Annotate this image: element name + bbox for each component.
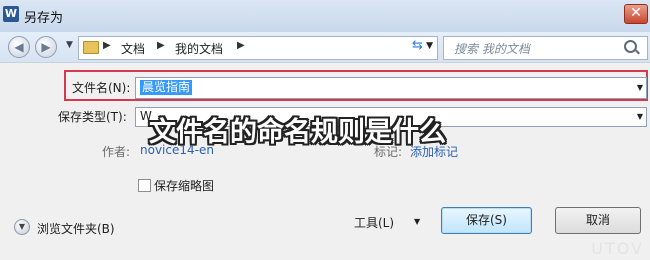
watermark: UTOV (591, 239, 644, 258)
chevron-down-icon[interactable]: ▼ (637, 112, 643, 121)
title-bar: W 另存为 ✕ (0, 0, 650, 32)
filetype-label: 保存类型(T): (58, 110, 127, 124)
author-value[interactable]: novice14-en (140, 143, 214, 157)
close-button[interactable]: ✕ (624, 4, 648, 24)
browse-folders-icon[interactable]: ▼ (14, 219, 30, 235)
chevron-down-icon[interactable]: ▼ (414, 217, 420, 226)
window-title: 另存为 (24, 11, 64, 26)
thumbnail-label[interactable]: 保存缩略图 (154, 177, 214, 194)
cancel-button[interactable]: 取消 (555, 207, 641, 234)
forward-button[interactable]: ▶ (35, 36, 57, 58)
refresh-icon[interactable]: ⇆ (412, 38, 423, 53)
save-button[interactable]: 保存(S) (441, 207, 532, 234)
breadcrumb-my-documents[interactable]: 我的文档 (175, 40, 223, 57)
chevron-down-icon[interactable]: ▼ (426, 41, 433, 51)
filename-label: 文件名(N): (72, 81, 131, 95)
breadcrumb-documents[interactable]: 文档 (121, 40, 145, 57)
word-app-icon: W (3, 6, 19, 22)
browse-folders-label[interactable]: 浏览文件夹(B) (37, 220, 115, 237)
filename-value[interactable]: 晨览指南 (140, 80, 193, 95)
recent-locations-icon[interactable]: ▼ (66, 40, 73, 50)
breadcrumb-separator-icon[interactable]: ▶ (103, 40, 111, 51)
search-input[interactable] (452, 39, 616, 59)
filename-field[interactable]: 晨览指南 ▼ (135, 77, 647, 99)
folder-icon (83, 41, 99, 54)
tools-button[interactable]: 工具(L) (354, 214, 394, 231)
search-box[interactable] (443, 36, 648, 60)
thumbnail-checkbox[interactable] (138, 179, 151, 192)
search-icon[interactable] (624, 40, 637, 53)
navigation-bar: ◀ ▶ ▼ ▶ 文档 ▶ 我的文档 ▶ ▼ ⇆ (0, 32, 650, 62)
chevron-down-icon[interactable]: ▼ (637, 83, 643, 92)
breadcrumb-separator-icon[interactable]: ▶ (157, 40, 165, 51)
breadcrumb-separator-icon[interactable]: ▶ (237, 40, 245, 51)
tags-value[interactable]: 添加标记 (410, 143, 458, 160)
divider (0, 62, 650, 63)
tags-label: 标记: (374, 145, 403, 159)
author-label: 作者: (102, 145, 131, 159)
back-button[interactable]: ◀ (8, 36, 30, 58)
address-bar[interactable]: ▶ 文档 ▶ 我的文档 ▶ ▼ (78, 36, 438, 60)
